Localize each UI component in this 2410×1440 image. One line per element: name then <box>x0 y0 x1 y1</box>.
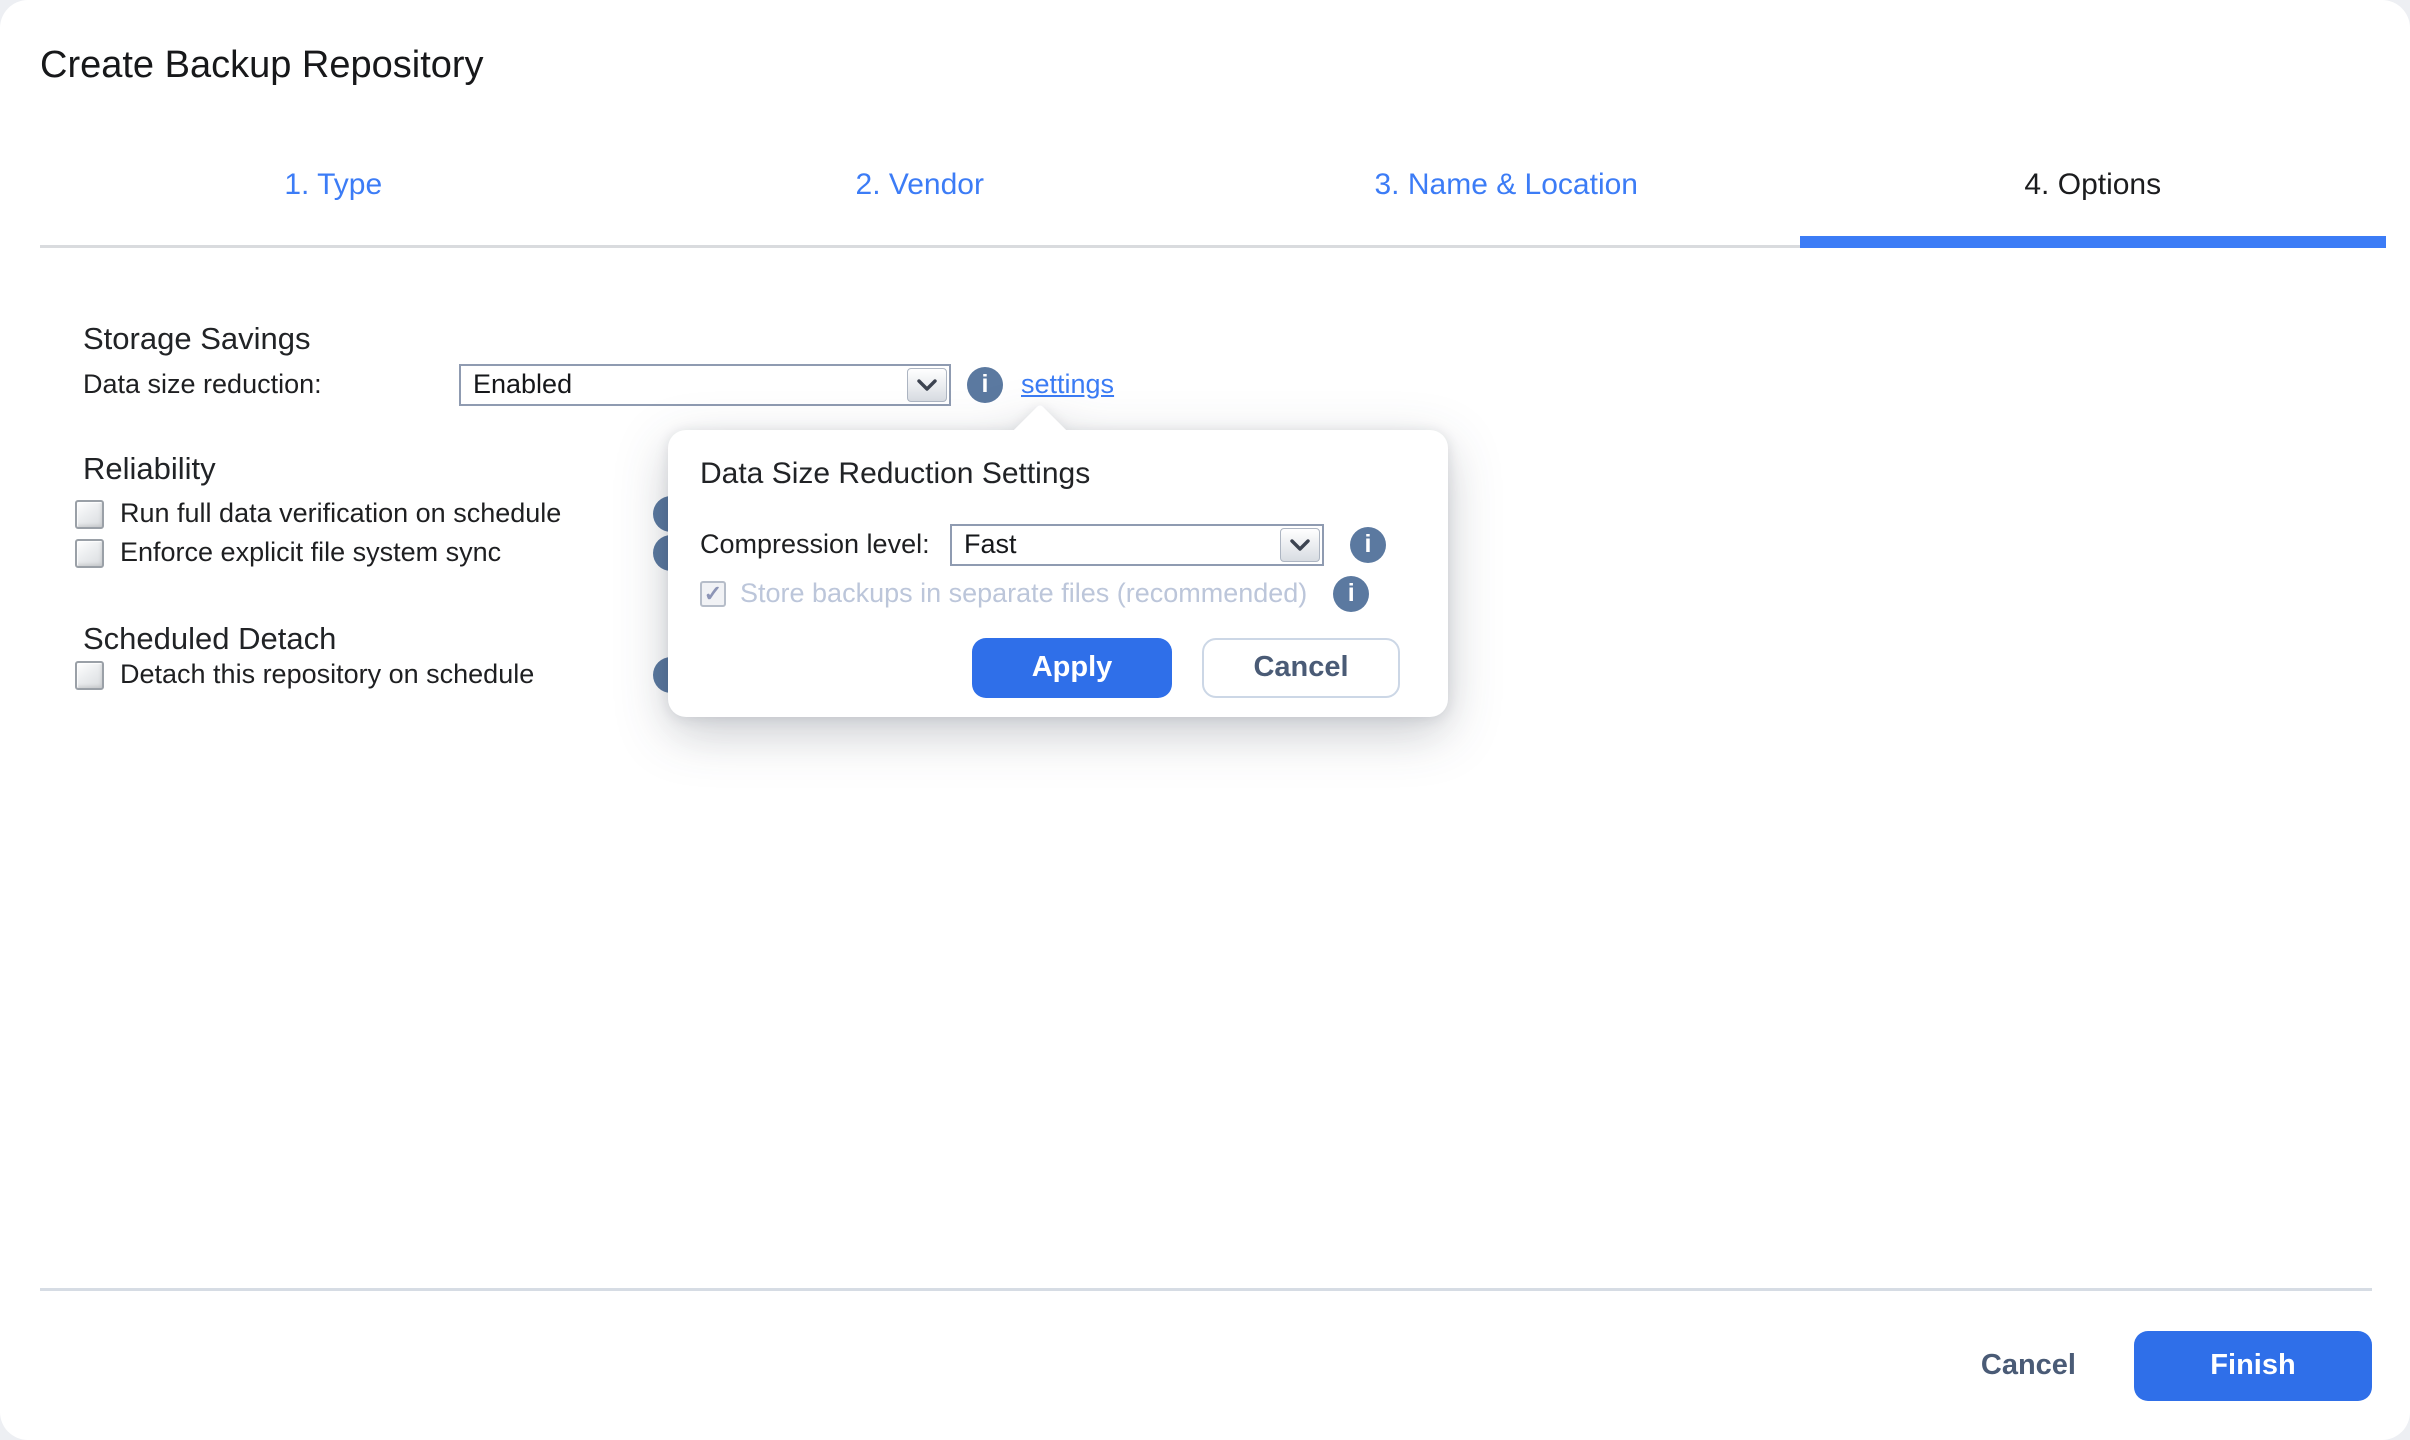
enforce-sync-label: Enforce explicit file system sync <box>120 537 502 568</box>
create-backup-repository-dialog: Create Backup Repository 1. Type 2. Vend… <box>0 0 2410 1440</box>
compression-level-label: Compression level: <box>700 528 930 559</box>
tab-name-location-label: 3. Name & Location <box>1374 168 1638 201</box>
settings-link[interactable]: settings <box>1021 368 1114 402</box>
info-icon[interactable]: i <box>967 367 1003 403</box>
scheduled-detach-heading: Scheduled Detach <box>83 621 337 656</box>
compression-level-value: Fast <box>964 528 1017 559</box>
run-verification-row: Run full data verification on schedule i <box>75 496 689 532</box>
run-verification-label: Run full data verification on schedule <box>120 498 562 529</box>
info-icon[interactable]: i <box>1350 526 1386 563</box>
store-backups-row: ✓ Store backups in separate files (recom… <box>700 575 1386 612</box>
store-backups-label: Store backups in separate files (recomme… <box>740 577 1308 608</box>
data-size-reduction-row: Data size reduction: Enabled i settings <box>83 363 1114 407</box>
popover-title: Data Size Reduction Settings <box>700 457 1091 490</box>
data-size-reduction-settings-popover: Data Size Reduction Settings Compression… <box>668 430 1448 717</box>
data-size-reduction-select[interactable]: Enabled <box>459 364 951 406</box>
storage-savings-heading: Storage Savings <box>83 321 311 356</box>
popover-cancel-button[interactable]: Cancel <box>1202 637 1400 698</box>
checkbox-store-backups-separate: ✓ <box>700 580 726 607</box>
tab-vendor-label: 2. Vendor <box>855 168 984 201</box>
wizard-footer: Cancel Finish <box>40 1288 2372 1440</box>
compression-level-row: Compression level: Fast i <box>700 523 1416 567</box>
data-size-reduction-value: Enabled <box>473 369 573 400</box>
chevron-down-icon[interactable] <box>907 368 947 402</box>
cancel-button[interactable]: Cancel <box>1981 1347 2076 1383</box>
detach-schedule-row: Detach this repository on schedule i <box>75 657 689 693</box>
compression-level-select[interactable]: Fast <box>950 523 1324 566</box>
chevron-down-icon[interactable] <box>1280 527 1320 562</box>
finish-button[interactable]: Finish <box>2134 1330 2372 1401</box>
popover-actions: Apply Cancel <box>700 637 1416 698</box>
page-title: Create Backup Repository <box>40 44 484 86</box>
tab-type[interactable]: 1. Type <box>40 150 627 245</box>
tab-options-label: 4. Options <box>2024 168 2162 201</box>
detach-schedule-label: Detach this repository on schedule <box>120 659 535 690</box>
tab-name-location[interactable]: 3. Name & Location <box>1213 150 1800 245</box>
checkbox-detach-on-schedule[interactable] <box>75 660 104 690</box>
apply-button[interactable]: Apply <box>972 637 1172 698</box>
wizard-tabs: 1. Type 2. Vendor 3. Name & Location 4. … <box>40 150 2386 248</box>
checkbox-run-full-verification[interactable] <box>75 499 104 529</box>
reliability-heading: Reliability <box>83 451 216 486</box>
tab-type-label: 1. Type <box>284 168 383 201</box>
data-size-reduction-label: Data size reduction: <box>83 369 322 400</box>
enforce-sync-row: Enforce explicit file system sync i <box>75 535 689 571</box>
tab-options[interactable]: 4. Options <box>1799 150 2387 248</box>
checkbox-enforce-fs-sync[interactable] <box>75 538 104 568</box>
info-icon[interactable]: i <box>1333 575 1370 612</box>
tab-vendor[interactable]: 2. Vendor <box>627 150 1214 245</box>
